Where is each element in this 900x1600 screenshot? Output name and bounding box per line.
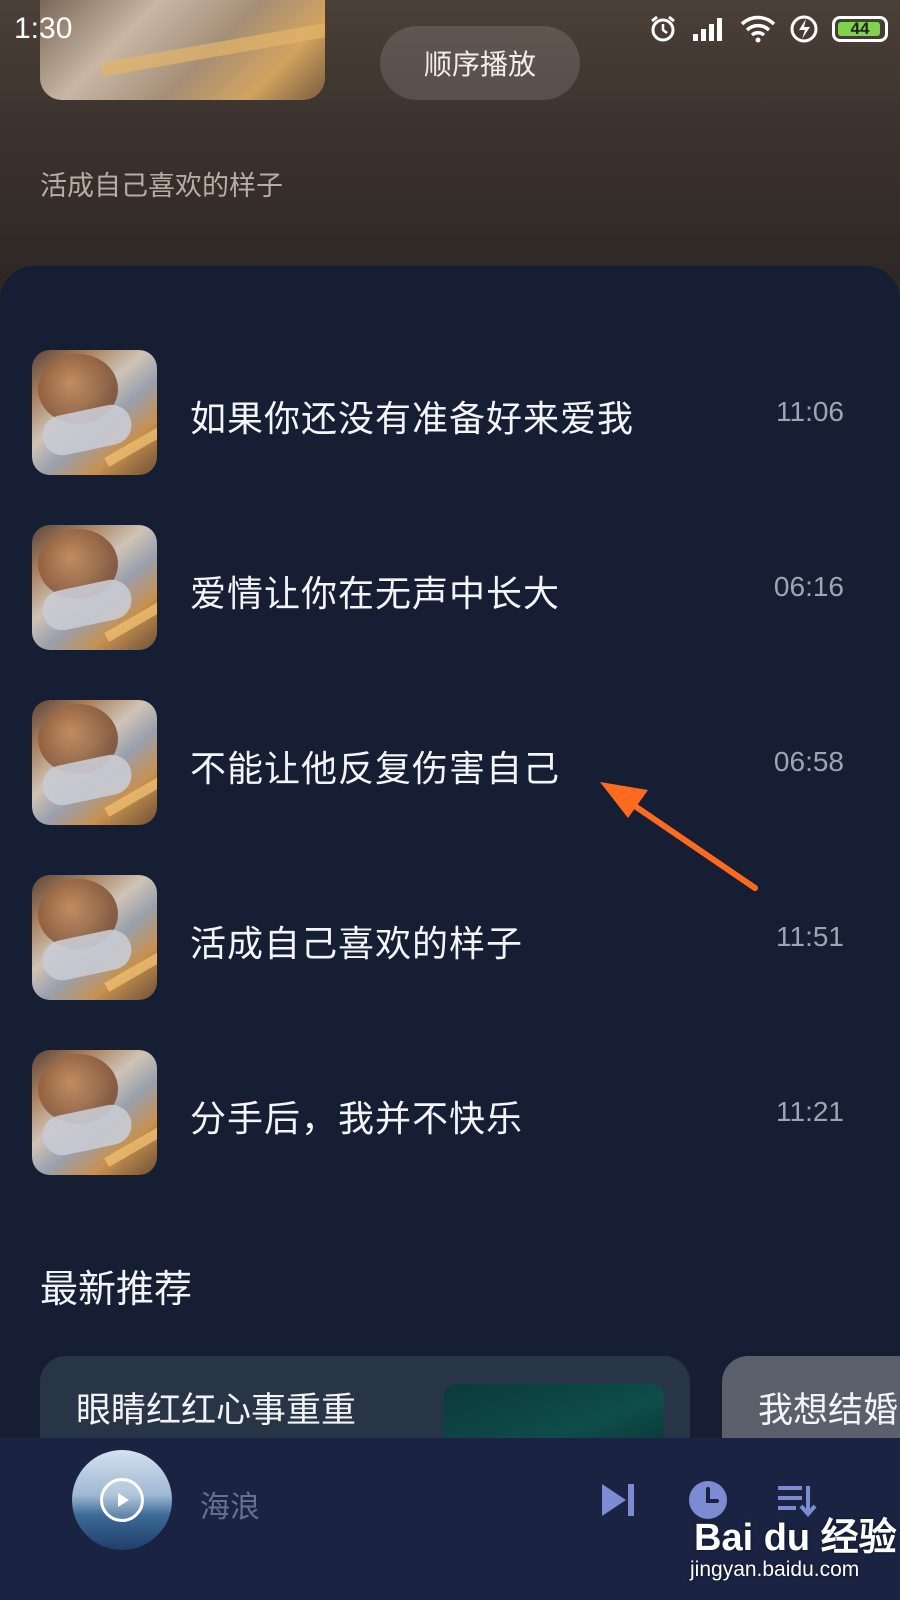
song-title: 不能让他反复伤害自己: [190, 749, 561, 790]
charging-icon: [790, 14, 818, 44]
song-cover: [32, 875, 157, 1000]
play-order-button[interactable]: 顺序播放: [380, 26, 580, 100]
baidu-watermark: Bai du 经验 jingyan.baidu.com: [682, 1506, 900, 1600]
song-duration: 11:21: [776, 1096, 844, 1127]
song-item[interactable]: 不能让他反复伤害自己 06:58: [0, 700, 900, 875]
song-item[interactable]: 爱情让你在无声中长大 06:16: [0, 525, 900, 700]
recommend-section-title: 最新推荐: [40, 1267, 193, 1311]
song-title: 如果你还没有准备好来爱我: [190, 399, 635, 440]
playlist-subtitle: 活成自己喜欢的样子: [40, 171, 283, 202]
song-duration: 11:06: [776, 396, 844, 427]
song-title: 分手后，我并不快乐: [190, 1099, 524, 1140]
song-item[interactable]: 如果你还没有准备好来爱我 11:06: [0, 350, 900, 525]
signal-icon: [692, 16, 726, 42]
play-icon[interactable]: [100, 1478, 144, 1522]
status-time: 1:30: [14, 12, 73, 45]
song-cover: [32, 1050, 157, 1175]
watermark-logo: Bai du 经验: [694, 1517, 897, 1559]
song-cover: [32, 350, 157, 475]
player-title: 海浪: [200, 1490, 260, 1525]
battery-icon: 44: [832, 16, 888, 42]
next-icon[interactable]: [596, 1478, 640, 1522]
song-title: 爱情让你在无声中长大: [190, 574, 561, 615]
song-list: 如果你还没有准备好来爱我 11:06 爱情让你在无声中长大 06:16 不能让他…: [0, 350, 900, 1225]
watermark-url: jingyan.baidu.com: [690, 1558, 860, 1581]
song-item[interactable]: 分手后，我并不快乐 11:21: [0, 1050, 900, 1225]
alarm-icon: [648, 14, 678, 44]
song-duration: 11:51: [776, 921, 844, 952]
wifi-icon: [740, 15, 776, 43]
song-duration: 06:16: [773, 571, 844, 602]
playlist-header: 1:30 44 顺序播放 活成自己喜欢的样子: [0, 0, 900, 300]
song-title: 活成自己喜欢的样子: [190, 924, 524, 965]
song-item[interactable]: 活成自己喜欢的样子 11:51: [0, 875, 900, 1050]
song-duration: 06:58: [773, 746, 844, 777]
player-cover[interactable]: [72, 1450, 172, 1550]
song-cover: [32, 700, 157, 825]
recommend-card-title: 眼睛红红心事重重: [76, 1391, 357, 1431]
song-cover: [32, 525, 157, 650]
recommend-card-title: 我想结婚: [758, 1391, 899, 1431]
